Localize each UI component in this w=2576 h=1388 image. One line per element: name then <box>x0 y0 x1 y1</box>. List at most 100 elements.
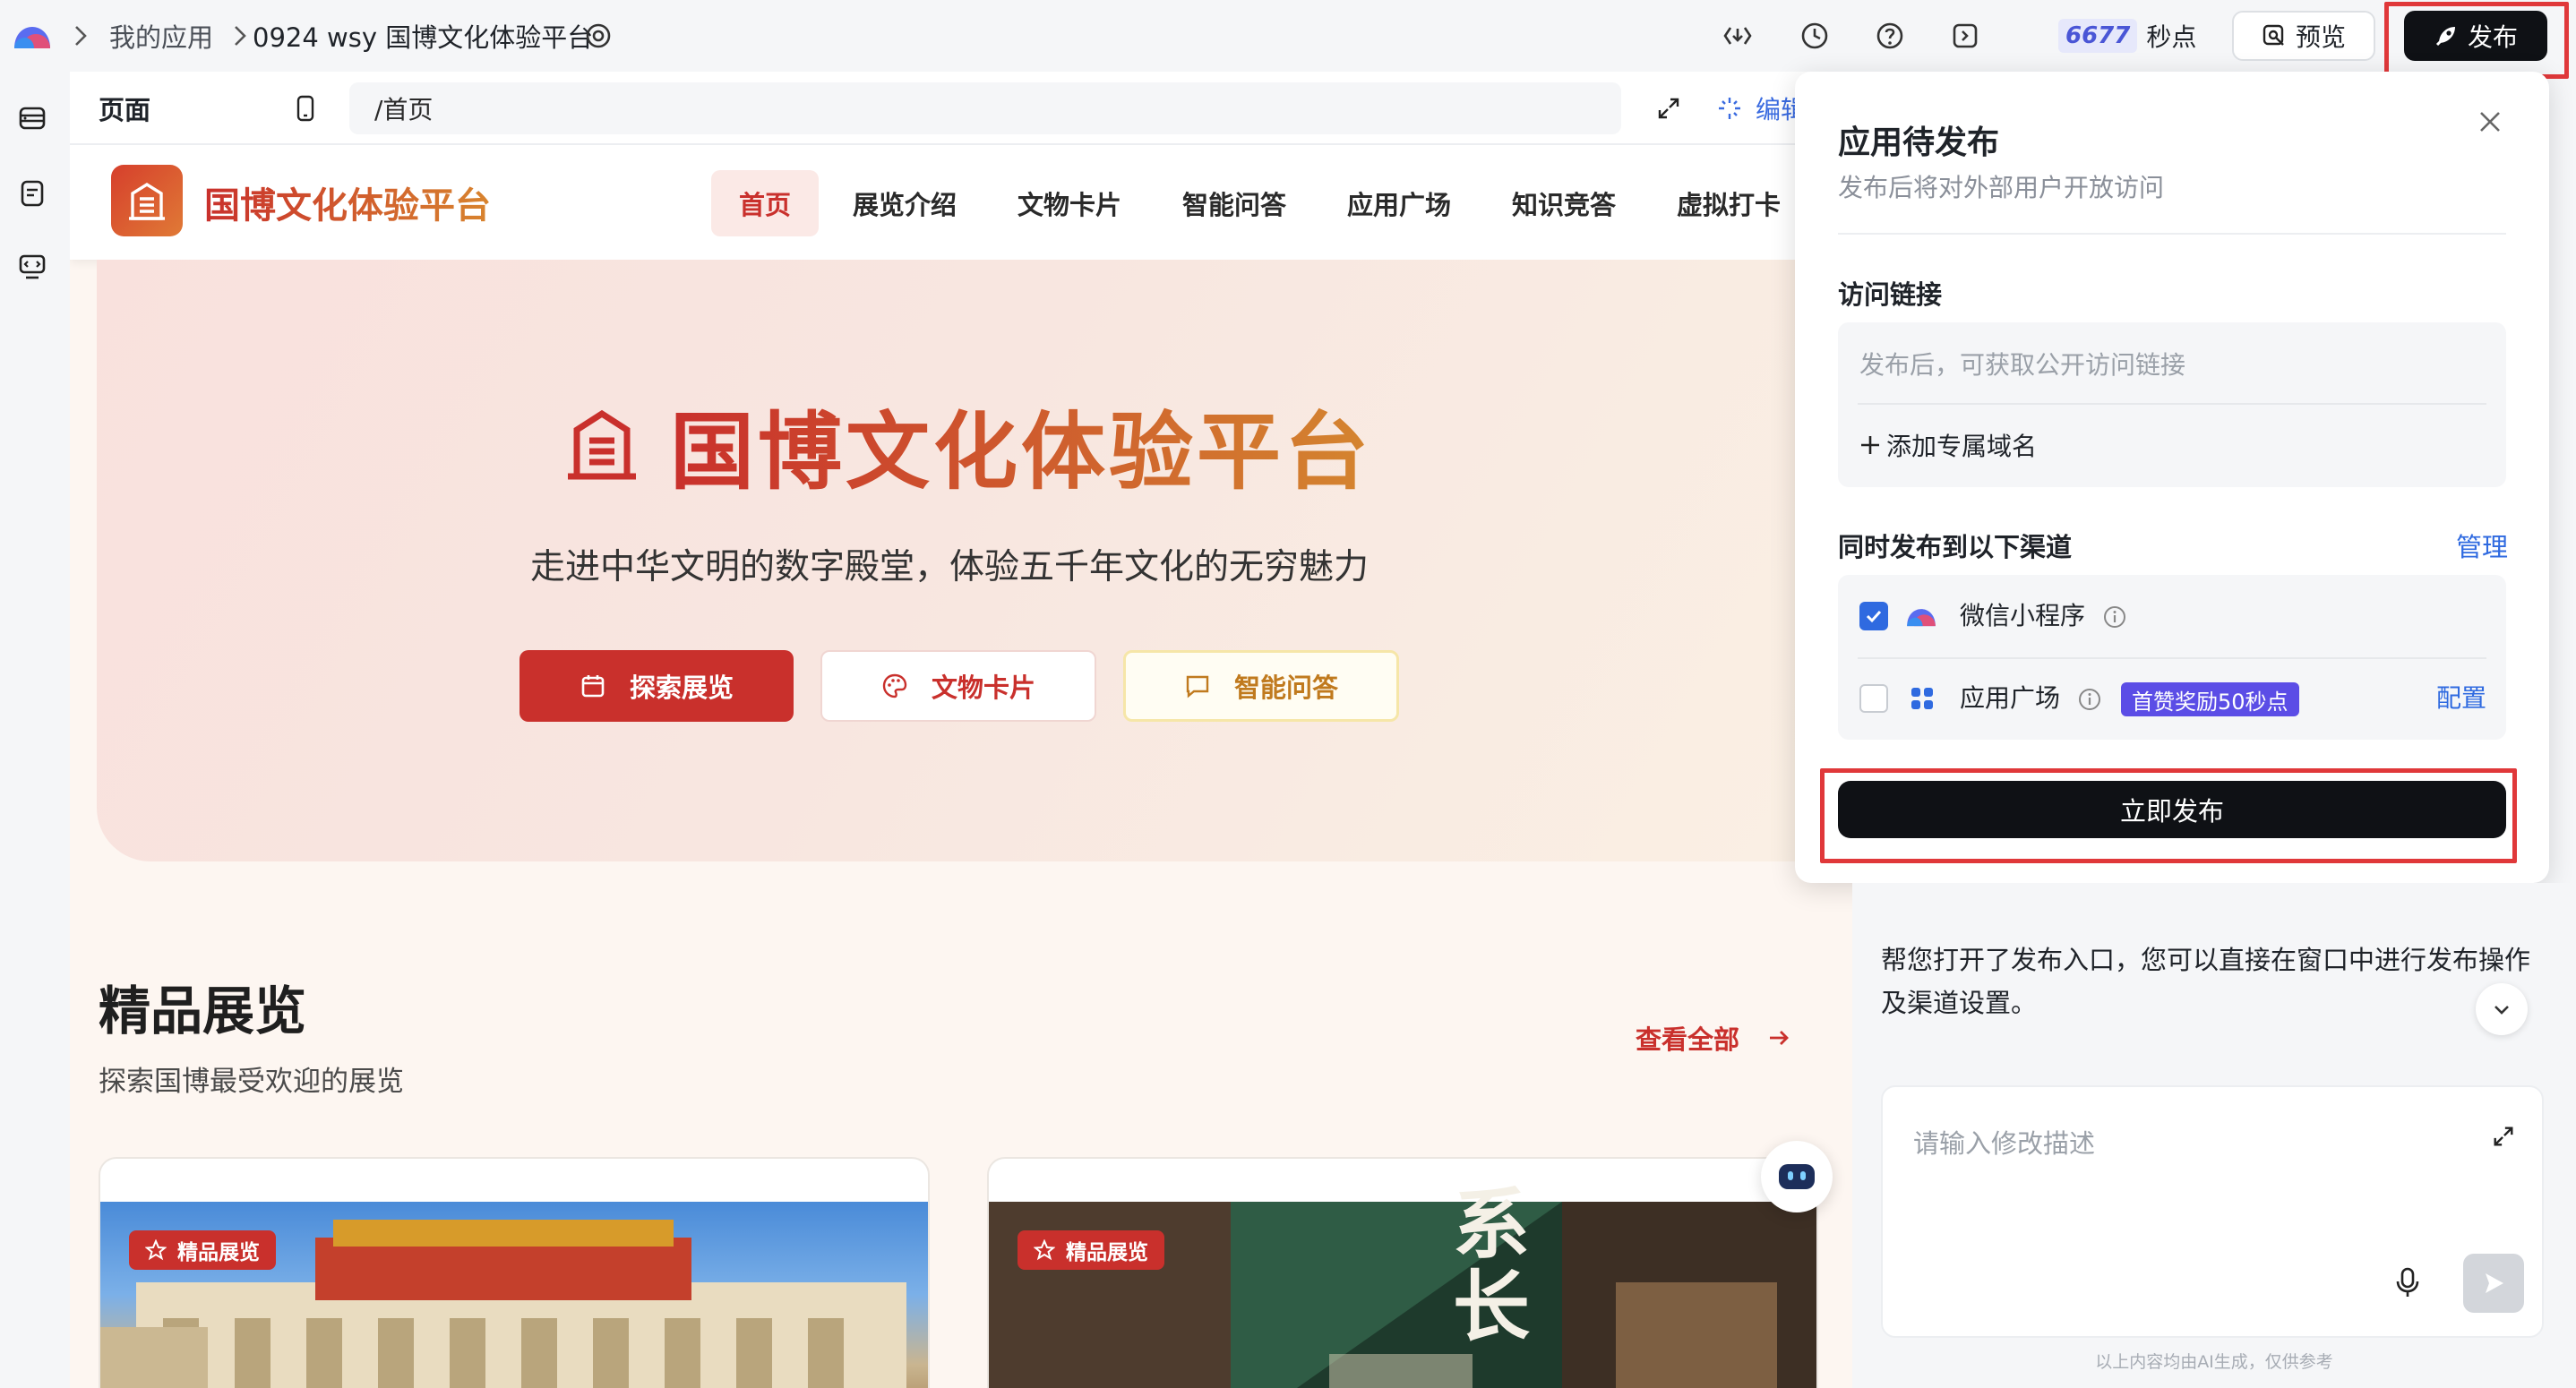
channel-name-app-square: 应用广场 <box>1960 683 2061 713</box>
app-grid-icon <box>1906 682 1938 715</box>
smart-qa-button[interactable]: 智能问答 <box>1123 650 1399 722</box>
channel-name-wechat: 微信小程序 <box>1960 601 2086 630</box>
history-clock-icon[interactable] <box>1799 20 1831 52</box>
page-editor-bar: 页面 /首页 编辑 <box>70 72 1852 145</box>
publish-panel: 应用待发布 发布后将对外部用户开放访问 访问链接 发布后，可获取公开访问链接 添… <box>1795 72 2549 883</box>
channels-box: 微信小程序 应用广场 首赞奖励50秒点 配置 <box>1838 575 2506 740</box>
site-preview: 国博文化体验平台 首页 展览介绍 文物卡片 智能问答 应用广场 知识竞答 虚拟打… <box>70 145 1852 1388</box>
museum-building-icon[interactable] <box>111 165 183 236</box>
museum-building-icon <box>557 399 647 489</box>
featured-tag: 精品展览 <box>129 1230 276 1270</box>
featured-tag-label: 精品展览 <box>177 1241 260 1264</box>
explore-exhibition-button[interactable]: 探索展览 <box>519 650 794 722</box>
calendar-icon <box>580 673 606 699</box>
checkbox-app-square[interactable] <box>1859 684 1888 713</box>
checkbox-wechat-miniprogram[interactable] <box>1859 602 1888 630</box>
help-icon[interactable] <box>1874 20 1906 52</box>
chevron-right-icon <box>72 23 90 48</box>
featured-tag: 精品展览 <box>1018 1230 1164 1270</box>
breadcrumb-app-name[interactable]: 0924 wsy 国博文化体验平台 <box>253 0 593 72</box>
section-subtitle: 探索国博最受欢迎的展览 <box>99 1066 404 1098</box>
send-icon[interactable] <box>2463 1254 2524 1313</box>
settings-gear-icon[interactable] <box>582 20 614 52</box>
exhibition-card[interactable]: 系长 精品展览 <box>987 1157 1818 1388</box>
smart-qa-label: 智能问答 <box>1233 673 1338 703</box>
close-icon[interactable] <box>2472 104 2508 140</box>
star-icon <box>145 1239 167 1261</box>
chevron-down-icon[interactable] <box>2476 983 2528 1035</box>
info-icon[interactable] <box>2076 686 2103 713</box>
hero-subtitle: 走进中华文明的数字殿堂，体验五千年文化的无穷魅力 <box>530 547 1370 587</box>
section-title: 精品展览 <box>99 981 307 1041</box>
nav-home[interactable]: 首页 <box>711 170 819 236</box>
app-logo-icon[interactable] <box>11 20 54 52</box>
microphone-icon[interactable] <box>2390 1264 2426 1300</box>
code-monitor-icon[interactable] <box>16 251 48 283</box>
relic-cards-label: 文物卡片 <box>931 673 1035 703</box>
publish-label: 发布 <box>2467 22 2518 52</box>
ai-chat-panel: 帮您打开了发布入口，您可以直接在窗口中进行发布操作及渠道设置。 请输入修改描述 … <box>1852 883 2576 1388</box>
view-all-link[interactable]: 查看全部 <box>1636 1019 1791 1057</box>
arrow-right-icon <box>1766 1025 1791 1050</box>
database-icon[interactable] <box>16 102 48 134</box>
publish-panel-subtitle: 发布后将对外部用户开放访问 <box>1838 173 2165 202</box>
channels-label: 同时发布到以下渠道 <box>1838 532 2073 562</box>
points-unit: 秒点 <box>2146 22 2197 52</box>
relic-cards-button[interactable]: 文物卡片 <box>820 650 1096 722</box>
view-all-label: 查看全部 <box>1636 1024 1740 1055</box>
ai-message: 帮您打开了发布入口，您可以直接在窗口中进行发布操作及渠道设置。 <box>1881 945 2531 1018</box>
page-path-input[interactable]: /首页 <box>349 82 1621 134</box>
magic-edit-icon[interactable] <box>1714 93 1745 124</box>
page-label: 页面 <box>99 95 151 125</box>
info-icon[interactable] <box>2101 604 2128 630</box>
divider <box>1858 403 2486 405</box>
expand-icon[interactable] <box>2488 1121 2519 1152</box>
points-value: 6677 <box>2058 19 2138 53</box>
nav-relic-cards[interactable]: 文物卡片 <box>1007 170 1132 236</box>
access-link-label: 访问链接 <box>1838 279 1943 310</box>
add-domain-label: 添加专属域名 <box>1886 432 2038 461</box>
download-icon[interactable] <box>1722 20 1754 52</box>
chat-input-placeholder: 请输入修改描述 <box>1913 1128 2096 1159</box>
ai-disclaimer: 以上内容均由AI生成，仅供参考 <box>2095 1352 2333 1372</box>
preview-icon <box>2262 23 2287 48</box>
reward-badge: 首赞奖励50秒点 <box>2121 682 2299 716</box>
panel-toggle-icon[interactable] <box>1949 20 1981 52</box>
site-brand[interactable]: 国博文化体验平台 <box>204 145 491 260</box>
site-header: 国博文化体验平台 首页 展览介绍 文物卡片 智能问答 应用广场 知识竞答 虚拟打… <box>70 145 1852 260</box>
breadcrumb-my-apps[interactable]: 我的应用 <box>109 0 213 72</box>
hero-title: 国博文化体验平台 <box>670 387 1372 503</box>
nav-checkin[interactable]: 虚拟打卡 <box>1666 170 1791 236</box>
nav-quiz[interactable]: 知识竞答 <box>1501 170 1627 236</box>
mobile-device-icon[interactable] <box>290 93 321 124</box>
ai-assistant-robot-icon[interactable] <box>1761 1141 1833 1212</box>
nav-smart-qa[interactable]: 智能问答 <box>1172 170 1297 236</box>
chat-bubble-icon <box>1184 673 1211 699</box>
palette-icon <box>881 673 908 699</box>
add-domain-button[interactable]: 添加专属域名 <box>1858 423 2037 467</box>
preview-button[interactable]: 预览 <box>2232 11 2375 61</box>
plus-icon <box>1858 433 1883 458</box>
nav-app-square[interactable]: 应用广场 <box>1336 170 1462 236</box>
chat-input-box[interactable]: 请输入修改描述 <box>1881 1085 2544 1338</box>
explore-exhibition-label: 探索展览 <box>629 673 734 703</box>
divider <box>1838 233 2506 235</box>
nav-exhibition[interactable]: 展览介绍 <box>842 170 967 236</box>
exhibition-sign-text: 系长 <box>1453 1180 1530 1352</box>
star-icon <box>1034 1239 1055 1261</box>
top-bar: 我的应用 0924 wsy 国博文化体验平台 6677 秒点 预览 发布 <box>0 0 2576 79</box>
expand-icon[interactable] <box>1653 93 1684 124</box>
chevron-right-icon <box>231 23 249 48</box>
publish-now-button[interactable]: 立即发布 <box>1838 781 2506 838</box>
miniprogram-logo-icon <box>1904 600 1938 632</box>
divider <box>1858 657 2486 659</box>
exhibition-card[interactable]: 精品展览 <box>99 1157 930 1388</box>
access-link-placeholder: 发布后，可获取公开访问链接 <box>1859 350 2186 380</box>
access-link-box: 发布后，可获取公开访问链接 添加专属域名 <box>1838 322 2506 487</box>
publish-button[interactable]: 发布 <box>2404 11 2547 61</box>
configure-link[interactable]: 配置 <box>2436 679 2486 715</box>
document-icon[interactable] <box>16 177 48 210</box>
preview-label: 预览 <box>2295 22 2346 52</box>
manage-link[interactable]: 管理 <box>2456 527 2508 564</box>
points-balance[interactable]: 6677 秒点 <box>2058 14 2196 57</box>
